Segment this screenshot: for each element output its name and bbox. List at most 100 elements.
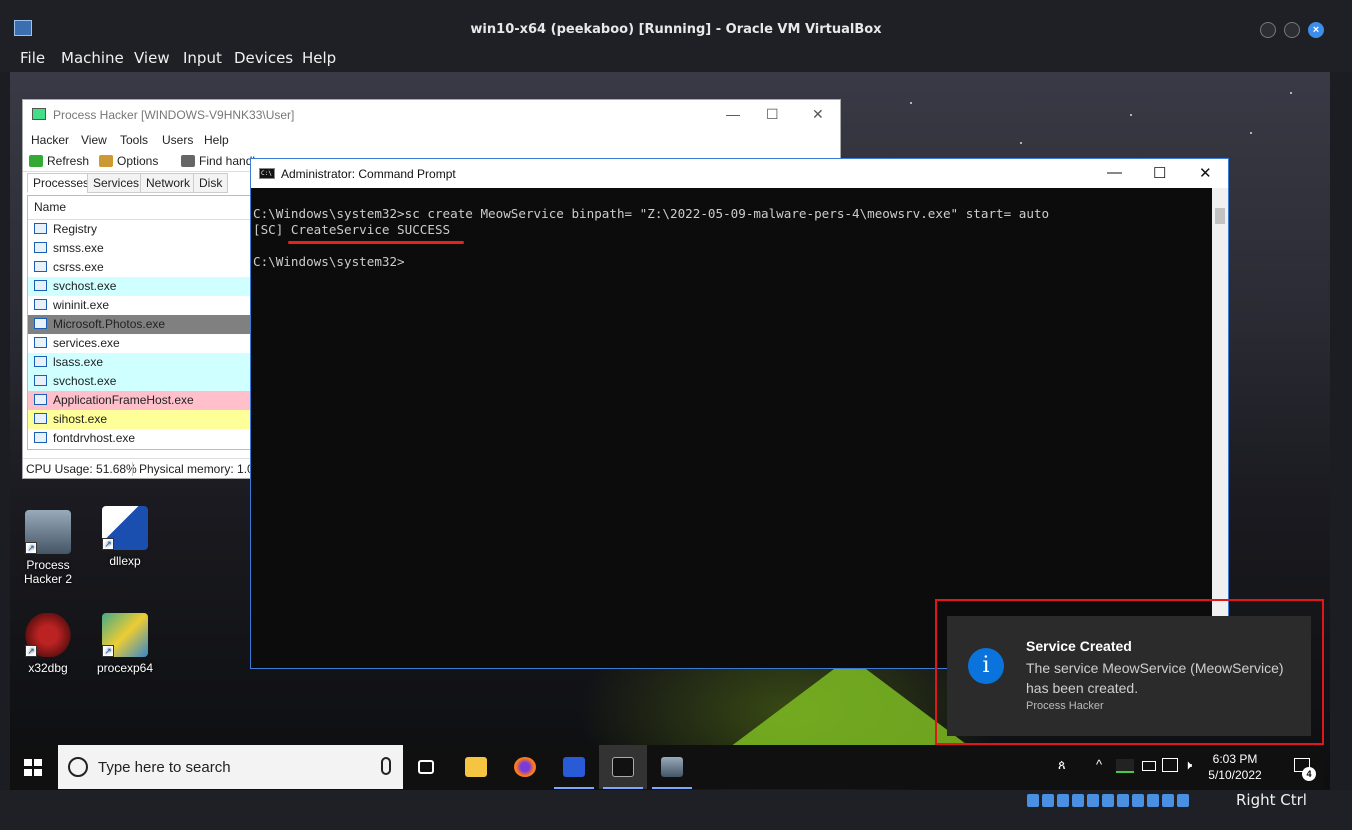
command-prompt-icon[interactable] — [599, 745, 647, 789]
maximize-icon[interactable] — [1284, 22, 1300, 38]
tab-disk[interactable]: Disk — [193, 173, 229, 193]
desktop-icon-process-hacker[interactable]: ↗ Process Hacker 2 — [10, 510, 88, 586]
close-icon[interactable]: ✕ — [1199, 164, 1212, 182]
vbox-device-icons — [1027, 794, 1192, 810]
desktop-icon-procexp64[interactable]: ↗ procexp64 — [85, 613, 165, 675]
success-underline-annotation — [288, 241, 464, 244]
battery-icon[interactable] — [1142, 761, 1156, 771]
menu-help[interactable]: Help — [302, 49, 336, 67]
process-row[interactable]: ApplicationFrameHost.exe — [28, 391, 250, 410]
clock-time: 6:03 PM — [1212, 752, 1258, 766]
maximize-icon[interactable]: ☐ — [1153, 164, 1166, 182]
shortcut-arrow-icon: ↗ — [102, 538, 114, 550]
keyboard-icon[interactable] — [1177, 794, 1189, 807]
recording-icon[interactable] — [1132, 794, 1144, 807]
scrollbar-thumb[interactable] — [1215, 208, 1225, 224]
process-row[interactable]: Registry — [28, 220, 250, 239]
display-icon[interactable] — [1117, 794, 1129, 807]
cpu-icon[interactable] — [1147, 794, 1159, 807]
cmd-scrollbar[interactable] — [1212, 188, 1228, 668]
cmd-line-result: [SC] CreateService SUCCESS — [253, 222, 451, 237]
audio-icon[interactable] — [1057, 794, 1069, 807]
options-button[interactable]: Options — [99, 154, 158, 168]
shared-folders-icon[interactable] — [1102, 794, 1114, 807]
cmd-titlebar[interactable]: C:\ Administrator: Command Prompt — ☐ ✕ — [251, 159, 1228, 188]
column-header-name[interactable]: Name — [28, 196, 250, 220]
process-row[interactable]: sihost.exe — [28, 410, 250, 429]
process-name: services.exe — [53, 336, 120, 350]
close-icon[interactable]: ✕ — [812, 106, 824, 123]
menu-input[interactable]: Input — [183, 49, 222, 67]
minimize-icon[interactable]: — — [1107, 164, 1122, 181]
process-row[interactable]: Microsoft.Photos.exe — [28, 315, 250, 334]
taskbar: Type here to search ጰ ^ 🕨 6:03 PM 5/10/2… — [10, 745, 1324, 789]
window-icon — [34, 223, 47, 234]
optical-drive-icon[interactable] — [1042, 794, 1054, 807]
menu-file[interactable]: File — [20, 49, 45, 67]
tab-services[interactable]: Services — [87, 173, 146, 193]
process-list[interactable]: Name Registry smss.exe csrss.exe svchost.ex… — [27, 195, 251, 450]
process-name: Microsoft.Photos.exe — [53, 317, 166, 331]
process-row[interactable]: lsass.exe — [28, 353, 250, 372]
ph-menu-view[interactable]: View — [81, 133, 107, 147]
binoculars-icon — [181, 155, 195, 167]
menu-machine[interactable]: Machine — [61, 49, 124, 67]
desktop-icon-x32dbg[interactable]: ↗ x32dbg — [10, 613, 88, 675]
cortana-circle-icon — [68, 757, 88, 777]
file-explorer-icon[interactable] — [452, 745, 500, 789]
desktop-icon-dllexp[interactable]: ↗ dllexp — [85, 506, 165, 568]
search-placeholder: Type here to search — [98, 759, 231, 776]
gear-icon — [99, 155, 113, 167]
ph-menu-users[interactable]: Users — [162, 133, 193, 147]
find-handles-button[interactable]: Find handl — [181, 154, 255, 168]
powershell-icon[interactable] — [550, 745, 598, 789]
process-row[interactable]: smss.exe — [28, 239, 250, 258]
hard-disk-icon[interactable] — [1027, 794, 1039, 807]
vbox-window-title: win10-x64 (peekaboo) [Running] - Oracle … — [470, 22, 882, 37]
close-icon[interactable]: × — [1308, 22, 1324, 38]
cmd-console[interactable]: C:\Windows\system32>sc create MeowServic… — [251, 188, 1211, 668]
maximize-icon[interactable]: ☐ — [766, 106, 779, 123]
menu-devices[interactable]: Devices — [234, 49, 293, 67]
taskbar-search-box[interactable]: Type here to search — [58, 745, 403, 789]
cmd-line-prompt: C:\Windows\system32> — [253, 254, 405, 269]
process-row[interactable]: services.exe — [28, 334, 250, 353]
minimize-icon[interactable] — [1260, 22, 1276, 38]
taskbar-clock[interactable]: 6:03 PM 5/10/2022 — [1200, 751, 1270, 783]
people-icon[interactable]: ጰ — [1058, 757, 1066, 773]
ph-titlebar[interactable]: Process Hacker [WINDOWS-V9HNK33\User] — … — [23, 100, 840, 130]
cmd-line-command: C:\Windows\system32>sc create MeowServic… — [253, 206, 1050, 221]
mouse-integration-icon[interactable] — [1162, 794, 1174, 807]
process-row[interactable]: csrss.exe — [28, 258, 250, 277]
process-hacker-icon — [32, 108, 46, 120]
refresh-button[interactable]: Refresh — [29, 154, 89, 168]
microphone-icon[interactable] — [381, 757, 391, 775]
ph-menu-tools[interactable]: Tools — [120, 133, 148, 147]
windows-start-icon[interactable] — [24, 759, 42, 776]
task-view-icon[interactable] — [402, 745, 450, 789]
menu-view[interactable]: View — [134, 49, 170, 67]
screen: win10-x64 (peekaboo) [Running] - Oracle … — [0, 0, 1352, 830]
process-hacker-icon[interactable] — [648, 745, 696, 789]
minimize-icon[interactable]: — — [726, 106, 740, 122]
command-prompt-window[interactable]: C:\ Administrator: Command Prompt — ☐ ✕ … — [250, 158, 1229, 669]
network-icon[interactable] — [1162, 758, 1178, 772]
process-name: csrss.exe — [53, 260, 104, 274]
process-row[interactable]: fontdrvhost.exe — [28, 429, 250, 448]
firefox-icon[interactable] — [501, 745, 549, 789]
usb-icon[interactable] — [1087, 794, 1099, 807]
ph-menu-hacker[interactable]: Hacker — [31, 133, 69, 147]
network-adapter-icon[interactable] — [1072, 794, 1084, 807]
chevron-up-icon[interactable]: ^ — [1096, 757, 1102, 772]
process-name: svchost.exe — [53, 374, 117, 388]
process-row[interactable]: wininit.exe — [28, 296, 250, 315]
vbox-menubar: File Machine View Input Devices Help — [0, 44, 1352, 72]
ph-menu-help[interactable]: Help — [204, 133, 229, 147]
process-row[interactable]: svchost.exe — [28, 372, 250, 391]
cpu-usage: CPU Usage: 51.68% — [26, 462, 137, 476]
tab-processes[interactable]: Processes — [27, 173, 96, 193]
hardware-icon[interactable] — [1116, 759, 1134, 773]
tab-network[interactable]: Network — [140, 173, 197, 193]
volume-icon[interactable]: 🕨 — [1184, 757, 1192, 773]
process-row[interactable]: svchost.exe — [28, 277, 250, 296]
